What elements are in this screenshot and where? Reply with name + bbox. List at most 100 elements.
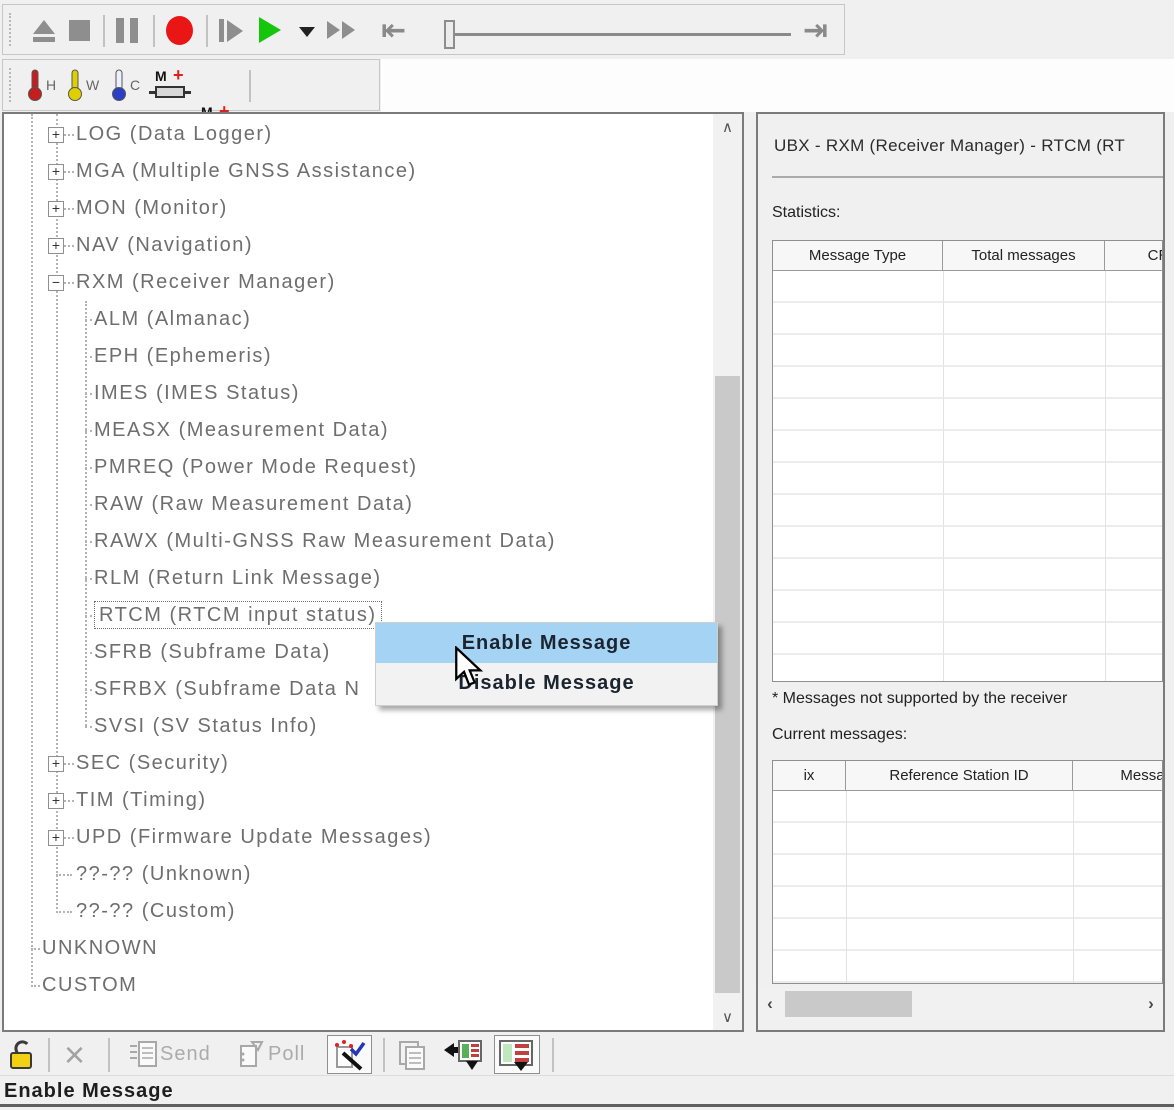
tree-item-label[interactable]: SEC (Security) <box>76 752 229 774</box>
column-header[interactable]: Reference Station ID <box>846 761 1073 790</box>
send-button[interactable]: Send <box>128 1040 211 1068</box>
tree-item[interactable]: ??-?? (Custom) <box>4 893 709 930</box>
tree-item[interactable]: + MON (Monitor) <box>4 190 709 227</box>
thermometer-warm-icon[interactable]: W <box>65 68 99 102</box>
pause-icon[interactable] <box>116 18 138 43</box>
tree-item[interactable]: SVSI (SV Status Info) <box>4 708 709 745</box>
tree-item[interactable]: + LOG (Data Logger) <box>4 116 709 153</box>
separator <box>48 1038 50 1072</box>
tree-item[interactable]: RAW (Raw Measurement Data) <box>4 486 709 523</box>
tree-item[interactable]: UNKNOWN <box>4 930 709 967</box>
separator <box>153 15 155 47</box>
tree-item-label[interactable]: NAV (Navigation) <box>76 234 253 256</box>
tree-item[interactable]: + NAV (Navigation) <box>4 227 709 264</box>
tree-item-label[interactable]: IMES (IMES Status) <box>94 382 300 404</box>
tree-vertical-scrollbar[interactable]: ∧ ∨ <box>713 114 742 1030</box>
scroll-left-button[interactable]: ‹ <box>758 988 782 1020</box>
tree-item-label[interactable]: RAW (Raw Measurement Data) <box>94 493 413 515</box>
record-icon[interactable] <box>166 16 193 45</box>
tree-item-label[interactable]: PMREQ (Power Mode Request) <box>94 456 418 478</box>
tree-item[interactable]: −RXM (Receiver Manager) <box>4 264 709 301</box>
tree-item-label[interactable]: MON (Monitor) <box>76 197 228 219</box>
tree-item-label[interactable]: ??-?? (Unknown) <box>76 863 252 885</box>
tree-item-label[interactable]: UPD (Firmware Update Messages) <box>76 826 432 848</box>
tree-item[interactable]: CUSTOM <box>4 967 709 1004</box>
poll-button[interactable]: Poll <box>238 1040 305 1068</box>
tree-item-label[interactable]: MGA (Multiple GNSS Assistance) <box>76 160 417 182</box>
tree-item[interactable]: PMREQ (Power Mode Request) <box>4 449 709 486</box>
expand-icon[interactable]: + <box>48 756 64 772</box>
tree-branch <box>56 911 72 913</box>
tree-item-label[interactable]: RTCM (RTCM input status) <box>94 601 382 629</box>
tree-item-label[interactable]: ALM (Almanac) <box>94 308 251 330</box>
expand-icon[interactable]: + <box>48 201 64 217</box>
skip-to-end-icon[interactable]: ⇥ <box>803 16 828 46</box>
scroll-thumb[interactable] <box>715 376 740 993</box>
tree-item-label[interactable]: EPH (Ephemeris) <box>94 345 272 367</box>
play-icon[interactable] <box>259 17 281 43</box>
scroll-right-button[interactable]: › <box>1139 988 1163 1020</box>
tree-item-label[interactable]: SFRBX (Subframe Data N <box>94 678 360 700</box>
tree-item[interactable]: EPH (Ephemeris) <box>4 338 709 375</box>
tree-item-label[interactable]: UNKNOWN <box>42 937 158 959</box>
column-header[interactable]: Total messages <box>943 241 1105 270</box>
tree-item-label[interactable]: RXM (Receiver Manager) <box>76 271 336 293</box>
expand-icon[interactable]: + <box>48 830 64 846</box>
position-slider-track[interactable] <box>455 33 791 36</box>
scroll-down-button[interactable]: ∨ <box>713 1004 742 1030</box>
tree-item[interactable]: + SEC (Security) <box>4 745 709 782</box>
collapse-icon[interactable]: − <box>48 275 64 291</box>
column-header[interactable]: Messa <box>1073 761 1163 790</box>
smart-message-view-button[interactable] <box>327 1035 372 1074</box>
expand-icon[interactable]: + <box>48 164 64 180</box>
add-hotkey-gray-icon[interactable]: M + <box>153 68 193 104</box>
position-slider-thumb[interactable] <box>444 20 455 49</box>
tree-item[interactable]: MEASX (Measurement Data) <box>4 412 709 449</box>
tree-item-label[interactable]: ??-?? (Custom) <box>76 900 236 922</box>
delete-icon[interactable]: × <box>64 1037 85 1073</box>
expand-icon[interactable]: + <box>48 793 64 809</box>
play-mode-dropdown-icon[interactable] <box>299 27 315 37</box>
fast-forward-icon[interactable] <box>327 21 355 39</box>
tree-item[interactable]: ALM (Almanac) <box>4 301 709 338</box>
tree-item-label[interactable]: SVSI (SV Status Info) <box>94 715 318 737</box>
skip-to-start-icon[interactable]: ⇤ <box>381 16 406 46</box>
menu-item-enable-message[interactable]: Enable Message <box>376 623 717 663</box>
scroll-thumb[interactable] <box>785 991 912 1017</box>
separator <box>108 1038 110 1072</box>
thermometer-hot-icon[interactable]: H <box>25 68 56 102</box>
tree-item-label[interactable]: SFRB (Subframe Data) <box>94 641 331 663</box>
tree-item[interactable]: + MGA (Multiple GNSS Assistance) <box>4 153 709 190</box>
horizontal-scrollbar[interactable]: ‹ › <box>758 988 1163 1020</box>
thermometer-cold-icon[interactable]: C <box>109 68 140 102</box>
client-area-background <box>381 59 1174 112</box>
dock-table-down-button[interactable] <box>494 1035 540 1074</box>
tree-item[interactable]: + TIM (Timing) <box>4 782 709 819</box>
tree-item[interactable]: RLM (Return Link Message) <box>4 560 709 597</box>
column-header[interactable]: ix <box>773 761 846 790</box>
tree-item[interactable]: RAWX (Multi-GNSS Raw Measurement Data) <box>4 523 709 560</box>
tree-item-label[interactable]: CUSTOM <box>42 974 137 996</box>
tree-item-label[interactable]: RLM (Return Link Message) <box>94 567 382 589</box>
column-header[interactable]: CR <box>1105 241 1163 270</box>
tree-item-label[interactable]: RAWX (Multi-GNSS Raw Measurement Data) <box>94 530 556 552</box>
tree-item[interactable]: + UPD (Firmware Update Messages) <box>4 819 709 856</box>
tree-item[interactable]: IMES (IMES Status) <box>4 375 709 412</box>
step-forward-icon[interactable] <box>219 19 243 42</box>
eject-icon[interactable] <box>29 15 59 47</box>
scroll-up-button[interactable]: ∧ <box>713 114 742 140</box>
copy-message-icon[interactable] <box>396 1039 428 1071</box>
lock-open-icon[interactable] <box>8 1039 36 1071</box>
column-header[interactable]: Message Type <box>773 241 943 270</box>
tree-item-label[interactable]: MEASX (Measurement Data) <box>94 419 389 441</box>
tree-item-label[interactable]: LOG (Data Logger) <box>76 123 273 145</box>
toolbar-grip[interactable] <box>9 13 11 46</box>
expand-icon[interactable]: + <box>48 238 64 254</box>
toolbar-grip[interactable] <box>9 68 11 102</box>
tree-item-label[interactable]: TIM (Timing) <box>76 789 207 811</box>
stop-icon[interactable] <box>69 20 90 41</box>
dock-table-left-icon[interactable] <box>442 1037 484 1073</box>
tree-item[interactable]: ??-?? (Unknown) <box>4 856 709 893</box>
expand-icon[interactable]: + <box>48 127 64 143</box>
menu-item-disable-message[interactable]: Disable Message <box>376 663 717 703</box>
